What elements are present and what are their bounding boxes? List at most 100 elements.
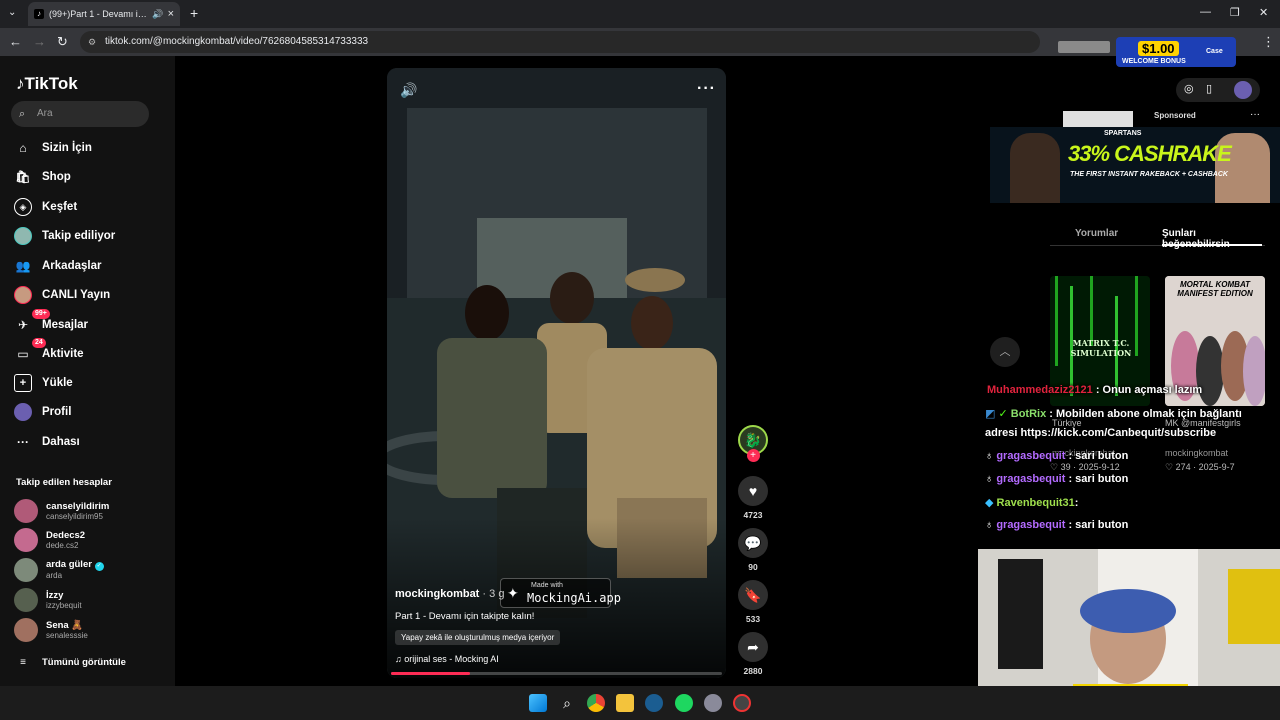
avatar [14,528,38,552]
spotify-icon[interactable] [675,694,693,712]
scroll-up-button[interactable]: ︿ [990,337,1020,367]
ad-banner[interactable]: SPARTANS 33% CASHRAKE THE FIRST INSTANT … [990,127,1280,203]
promo-banner[interactable]: $1.00 WELCOME BONUS Case [1056,31,1246,75]
browser-tab[interactable]: ♪ (99+)Part 1 - Devamı için ta... 🔊 × [28,2,180,26]
heart-icon: ♥ [738,476,768,506]
thumb-title: MATRIX T.C. SIMULATION [1070,338,1132,358]
reload-icon[interactable]: ↻ [57,34,68,50]
ad-thumbnail[interactable] [1063,111,1133,127]
verified-icon: ✓ [998,408,1008,420]
save-button[interactable]: 🔖 533 [737,580,769,624]
volume-icon[interactable]: 🔊 [400,82,417,99]
tiktok-favicon-icon: ♪ [34,9,44,19]
nav-takip-ediliyor[interactable]: Takip ediliyor [14,225,115,247]
tiktok-logo[interactable]: ♪TikTok [16,74,78,94]
chat-line: Muhammedaziz2121 : Onun açması lazım [987,384,1203,396]
search-placeholder: Ara [37,108,53,119]
file-explorer-icon[interactable] [616,694,634,712]
tab-list-icon[interactable]: ⌄ [8,7,16,18]
chat-line: adresi https://kick.com/Canbequit/subscr… [985,427,1217,439]
ad-more-icon[interactable]: ··· [1250,109,1260,120]
video-sound[interactable]: ♫ orijinal ses - Mocking AI [395,654,499,664]
tab-suggested[interactable]: Şunları beğenebilirsin [1162,228,1265,250]
profile-avatar-icon[interactable] [1234,81,1252,99]
more-options-icon[interactable]: ··· [697,80,716,98]
browser-menu-icon[interactable]: ⋮ [1262,34,1275,50]
nav-mesajlar[interactable]: ✈ 99+ Mesajlar [14,309,88,336]
ad-subline: THE FIRST INSTANT RAKEBACK + CASHBACK [1070,171,1228,178]
search-icon[interactable]: ⌕ [558,694,576,712]
chrome-icon[interactable] [587,694,605,712]
account-handle: canselyildirim95 [46,511,103,521]
tab-comments[interactable]: Yorumlar [1075,228,1118,239]
like-button[interactable]: ♥ 4723 [737,476,769,520]
chat-line: ◆ Ravenbequit31: [985,497,1079,509]
account-name: İzzy [46,589,64,601]
minimize-icon[interactable]: — [1200,6,1211,18]
url-text: tiktok.com/@mockingkombat/video/76268045… [105,36,369,47]
tab-underline [1162,244,1262,246]
nav-profil[interactable]: Profil [14,401,71,423]
account-handle: dede.cs2 [46,540,79,550]
nav-shop[interactable]: 🛍 Shop [14,166,70,188]
nav-dahasi[interactable]: ··· Dahası [14,431,80,453]
url-field[interactable]: ⚙ tiktok.com/@mockingkombat/video/762680… [80,31,1040,53]
nav-kesfet[interactable]: ◈ Keşfet [14,196,77,218]
back-icon[interactable]: ← [9,34,22,49]
windows-taskbar: ⌕ [0,686,1280,720]
video-progress-bar[interactable] [391,672,722,675]
windows-start-icon[interactable] [529,694,547,712]
video-player[interactable]: 🔊 ··· ✦ Made with MockingAi.app mockingk… [387,68,726,678]
nav-sizin-icin[interactable]: ⌂ Sizin İçin [14,137,92,159]
promo-amount: $1.00 [1138,41,1179,56]
tab-title: (99+)Part 1 - Devamı için ta... [49,9,150,19]
follow-plus-icon[interactable]: + [746,449,760,462]
search-icon: ⌕ [19,108,26,120]
compass-icon[interactable]: ◎ [1184,82,1194,95]
like-count: 4723 [743,510,763,520]
creator-avatar-button[interactable]: 🐉 + [737,425,769,462]
steam-icon[interactable] [645,694,663,712]
profile-icon [14,403,32,421]
new-tab-icon[interactable]: + [190,5,198,21]
video-date: · 3 g [482,588,505,600]
thumb-stats: ♡ 39 · 2025-9-12 [1050,462,1120,472]
bookmark-icon: 🔖 [738,580,768,610]
comment-icon: 💬 [738,528,768,558]
verified-icon: ✓ [94,562,104,571]
nav-label: Keşfet [42,201,78,213]
sponsored-label: Sponsored [1154,111,1196,120]
chat-line: ♁ gragasbequit : sari buton [985,519,1129,531]
nav-yukle[interactable]: + Yükle [14,372,73,394]
share-button[interactable]: ➦ 2880 [737,632,769,676]
forward-icon[interactable]: → [33,34,46,49]
close-tab-icon[interactable]: × [168,8,174,20]
search-input[interactable]: ⌕ Ara [11,101,149,127]
watermark-main: MockingAi.app [527,591,621,605]
followed-account[interactable]: İzzy izzybequit [14,587,82,613]
thumb-author: mockingkombat [1165,448,1229,458]
followed-account[interactable]: Dedecs2 dede.cs2 [14,527,85,553]
followed-account[interactable]: canselyildirim canselyildirim95 [14,498,109,524]
watermark-top: Made with [531,582,563,589]
followed-account[interactable]: Sena 🧸 senalesssie [14,617,88,643]
sub-badge-icon: ♁ [985,473,994,485]
site-info-icon[interactable]: ⚙ [88,31,96,53]
video-author[interactable]: mockingkombat · 3 g [395,588,504,600]
settings-icon[interactable] [704,694,722,712]
nav-arkadaslar[interactable]: 👥 Arkadaşlar [14,255,102,277]
account-name: Sena 🧸 [46,619,84,631]
phone-icon[interactable]: ▯ [1206,82,1212,95]
close-window-icon[interactable]: ✕ [1259,6,1268,19]
restore-icon[interactable]: ❐ [1230,6,1240,19]
nav-canli-yayin[interactable]: CANLI Yayın [14,284,110,306]
see-all-accounts[interactable]: ≡ Tümünü görüntüle [14,651,126,673]
activity-badge: 24 [32,338,46,348]
comment-button[interactable]: 💬 90 [737,528,769,572]
nav-label: Sizin İçin [42,142,92,154]
promo-label: WELCOME BONUS [1122,58,1186,65]
app-icon[interactable] [733,694,751,712]
followed-account[interactable]: arda güler ✓ arda [14,557,104,583]
nav-aktivite[interactable]: ▭ 24 Aktivite [14,338,84,365]
top-right-icons: ◎ ▯ [1176,78,1260,102]
